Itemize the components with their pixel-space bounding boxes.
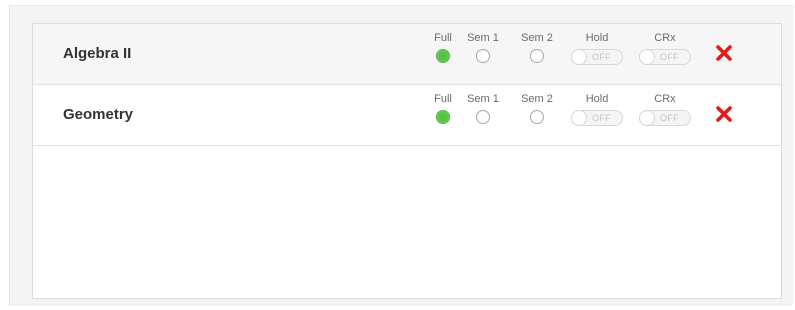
toggle-knob bbox=[571, 49, 587, 65]
sem1-label: Sem 1 bbox=[467, 32, 499, 44]
course-name: Geometry bbox=[63, 106, 134, 123]
full-label: Full bbox=[434, 32, 452, 44]
option-sem1: Sem 1 bbox=[462, 31, 504, 68]
option-crx: CRx OFF bbox=[639, 31, 691, 70]
sem2-label: Sem 2 bbox=[521, 93, 553, 105]
crx-toggle-state: OFF bbox=[660, 113, 679, 123]
sem1-label: Sem 1 bbox=[467, 93, 499, 105]
course-row: Algebra II Full Sem 1 Sem 2 Hold OFF CRx… bbox=[33, 24, 781, 85]
course-name: Algebra II bbox=[63, 45, 132, 62]
hold-toggle-state: OFF bbox=[592, 113, 611, 123]
course-row: Geometry Full Sem 1 Sem 2 Hold OFF CRx O… bbox=[33, 85, 781, 146]
option-full: Full bbox=[433, 31, 453, 68]
sem1-radio[interactable] bbox=[476, 110, 490, 124]
hold-label: Hold bbox=[585, 93, 609, 105]
hold-toggle[interactable]: OFF bbox=[571, 110, 623, 126]
full-label: Full bbox=[434, 93, 452, 105]
option-hold: Hold OFF bbox=[571, 31, 623, 70]
crx-toggle-state: OFF bbox=[660, 52, 679, 62]
option-sem2: Sem 2 bbox=[514, 92, 560, 129]
option-sem1: Sem 1 bbox=[462, 92, 504, 129]
sem1-radio[interactable] bbox=[476, 49, 490, 63]
crx-toggle[interactable]: OFF bbox=[639, 49, 691, 65]
course-list-panel: Algebra II Full Sem 1 Sem 2 Hold OFF CRx… bbox=[32, 23, 782, 299]
delete-x-icon[interactable] bbox=[715, 44, 733, 62]
toggle-knob bbox=[639, 49, 655, 65]
option-crx: CRx OFF bbox=[639, 92, 691, 131]
delete-x-icon[interactable] bbox=[715, 105, 733, 123]
option-sem2: Sem 2 bbox=[514, 31, 560, 68]
hold-label: Hold bbox=[585, 32, 609, 44]
crx-toggle[interactable]: OFF bbox=[639, 110, 691, 126]
sem2-radio[interactable] bbox=[530, 110, 544, 124]
toggle-knob bbox=[571, 110, 587, 126]
toggle-knob bbox=[639, 110, 655, 126]
crx-label: CRx bbox=[654, 93, 676, 105]
hold-toggle-state: OFF bbox=[592, 52, 611, 62]
course-list-container: Algebra II Full Sem 1 Sem 2 Hold OFF CRx… bbox=[9, 5, 793, 306]
full-radio[interactable] bbox=[436, 49, 450, 63]
option-hold: Hold OFF bbox=[571, 92, 623, 131]
option-full: Full bbox=[433, 92, 453, 129]
hold-toggle[interactable]: OFF bbox=[571, 49, 623, 65]
crx-label: CRx bbox=[654, 32, 676, 44]
sem2-label: Sem 2 bbox=[521, 32, 553, 44]
sem2-radio[interactable] bbox=[530, 49, 544, 63]
full-radio[interactable] bbox=[436, 110, 450, 124]
